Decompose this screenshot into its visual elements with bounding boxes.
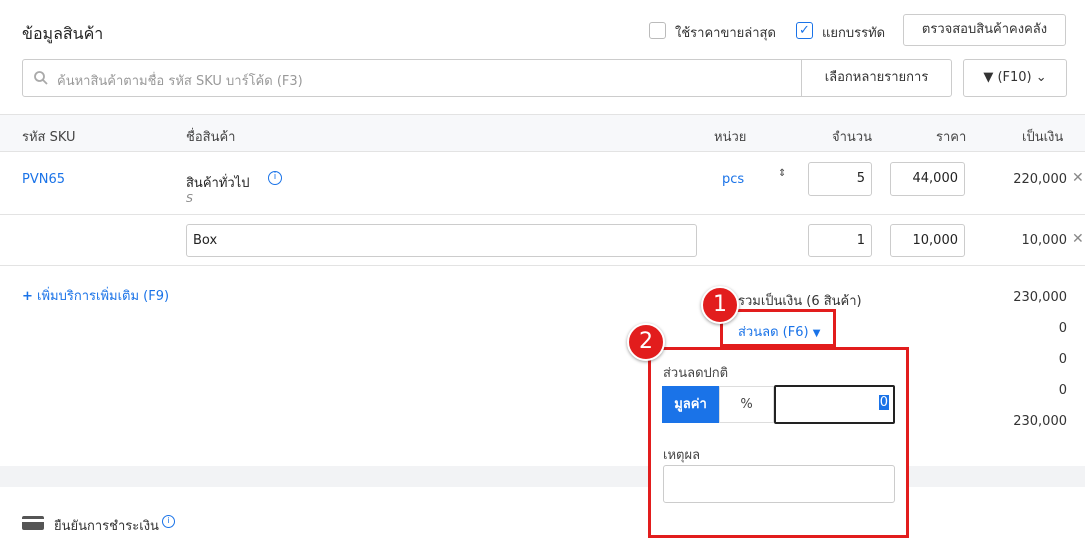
chevron-down-icon: ⌄ [1035,70,1047,85]
search-placeholder: ค้นหาสินค้าตามชื่อ รหัส SKU บาร์โค้ด (F3… [57,74,303,89]
col-amount: เป็นเงิน [1022,130,1064,145]
service-amount: 10,000 [1021,233,1068,248]
page-title: ข้อมูลสินค้า [22,24,104,43]
tab-percent[interactable]: % [719,386,774,423]
total-label: รวมเป็นเงิน (6 สินค้า) [738,294,862,309]
search-icon [34,71,48,85]
row-product-variant: S [186,192,193,205]
row-sku-link[interactable]: PVN65 [22,172,65,187]
discount-value: 0 [1058,321,1067,336]
filter-icon: ▼ [983,70,994,85]
row-product-name: สินค้าทั่วไป [186,176,250,191]
service-qty-input[interactable]: 1 [808,224,872,257]
payment-card: ยืนยันการชำระเงิน i [0,487,1085,543]
discount-amount-input[interactable]: 0 [774,385,895,424]
service-price-input[interactable]: 10,000 [890,224,965,257]
summary-row4-value: 0 [1058,383,1067,398]
latest-price-label: ใช้ราคาขายล่าสุด [675,26,776,41]
plus-icon: + [22,289,33,304]
reason-input[interactable] [663,465,895,503]
row-divider [0,214,1085,215]
info-icon[interactable]: i [268,171,282,185]
col-name: ชื่อสินค้า [186,130,236,145]
unit-selector[interactable]: pcs [722,172,744,187]
filter-label: (F10) [997,70,1032,85]
col-qty: จำนวน [832,130,872,145]
step-badge-2: 2 [627,323,665,361]
add-service-label: เพิ่มบริการเพิ่มเติม (F9) [37,289,170,304]
latest-price-checkbox[interactable] [649,22,666,39]
remove-service-icon[interactable]: ✕ [1072,231,1084,247]
col-price: ราคา [936,130,967,145]
product-info-card: ข้อมูลสินค้า ใช้ราคาขายล่าสุด ✓ แยกบรรทั… [0,0,1085,466]
product-search-field[interactable]: ค้นหาสินค้าตามชื่อ รหัส SKU บาร์โค้ด (F3… [22,59,802,97]
split-lines-label: แยกบรรทัด [822,26,886,41]
step-badge-1: 1 [701,286,739,324]
check-stock-button[interactable]: ตรวจสอบสินค้าคงคลัง [903,14,1066,46]
col-sku: รหัส SKU [22,130,76,145]
payment-label: ยืนยันการชำระเงิน [54,519,159,534]
filter-button[interactable]: ▼ (F10) ⌄ [963,59,1067,97]
discount-input-value: 0 [878,395,889,410]
total-value: 230,000 [1013,290,1067,305]
add-service-link[interactable]: + เพิ่มบริการเพิ่มเติม (F9) [22,285,169,306]
col-unit: หน่วย [714,130,747,145]
qty-input[interactable]: 5 [808,162,872,196]
popup-title: ส่วนลดปกติ [663,366,729,381]
row-amount: 220,000 [1013,172,1067,187]
discount-highlight-box [720,309,836,347]
table-header: รหัส SKU ชื่อสินค้า หน่วย จำนวน ราคา เป็… [0,114,1085,152]
payment-info-icon[interactable]: i [162,515,175,528]
summary-row3-value: 0 [1058,352,1067,367]
tab-value[interactable]: มูลค่า [662,386,719,423]
discount-popup: ส่วนลดปกติ มูลค่า % 0 เหตุผล [648,347,909,538]
unit-sort-icon[interactable]: ⇕ [778,168,786,179]
grand-total-value: 230,000 [1013,414,1067,429]
price-input[interactable]: 44,000 [890,162,965,196]
credit-card-icon [22,516,44,530]
reason-label: เหตุผล [663,448,701,463]
multi-select-button[interactable]: เลือกหลายรายการ [801,59,952,97]
row-divider [0,265,1085,266]
split-lines-checkbox[interactable]: ✓ [796,22,813,39]
remove-row-icon[interactable]: ✕ [1072,170,1084,186]
service-name-input[interactable]: Box [186,224,697,257]
